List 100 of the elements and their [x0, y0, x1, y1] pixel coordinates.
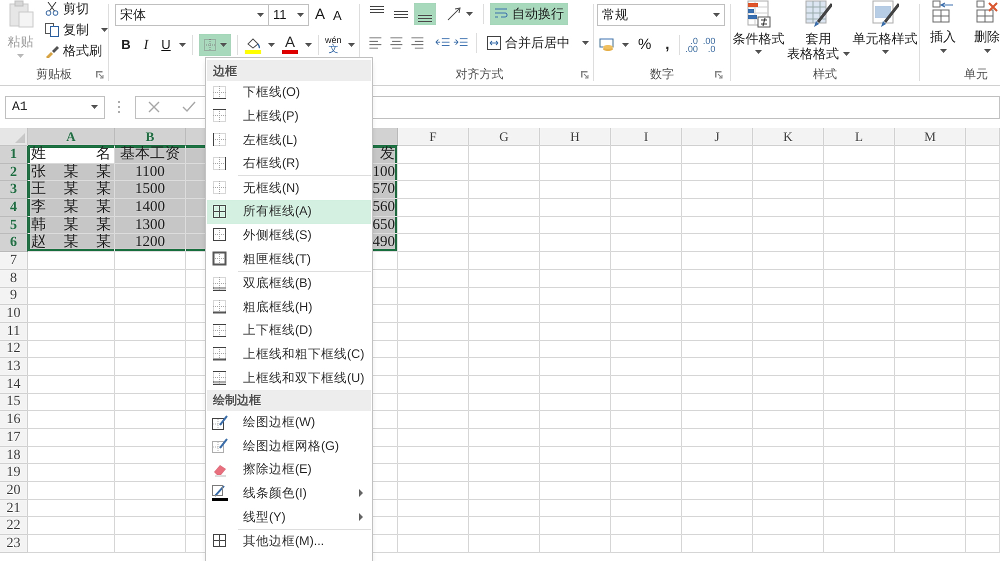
comma-style-button[interactable]: ,: [660, 34, 674, 56]
font-name-field[interactable]: 宋体: [115, 4, 269, 26]
table-cell: [115, 446, 186, 464]
table-cell: [966, 181, 1000, 200]
borders-icon: [203, 38, 217, 52]
table-cell: [540, 270, 611, 288]
group-label: 剪贴板: [36, 66, 72, 83]
caret-icon: [305, 43, 312, 47]
column-header[interactable]: I: [611, 128, 682, 146]
table-cell: [895, 446, 966, 464]
row-header[interactable]: 5: [0, 216, 28, 234]
table-cell: [540, 411, 611, 429]
italic-button[interactable]: I: [139, 34, 153, 56]
column-header[interactable]: F: [398, 128, 469, 146]
bold-button[interactable]: B: [119, 35, 133, 55]
delete-button[interactable]: 删除: [974, 0, 1000, 64]
row-header[interactable]: 20: [0, 482, 28, 500]
phonetic-guide-button[interactable]: wén 文: [325, 36, 342, 54]
row-header[interactable]: 15: [0, 394, 28, 412]
table-cell: [966, 358, 1000, 376]
table-cell: [753, 500, 824, 518]
underline-button[interactable]: U: [159, 35, 173, 55]
table-cell: [895, 270, 966, 288]
merge-center-button[interactable]: 合并后居中: [483, 32, 593, 54]
row-header[interactable]: 21: [0, 500, 28, 518]
table-cell: [895, 252, 966, 270]
format-as-table-button[interactable]: 套用 表格格式: [786, 0, 850, 64]
row-header[interactable]: 1: [0, 146, 28, 164]
row-header[interactable]: 18: [0, 446, 28, 464]
increase-font-size-button[interactable]: A: [315, 4, 326, 26]
format-painter-button[interactable]: 格式刷: [45, 42, 108, 60]
submenu-arrow-icon: [359, 489, 363, 498]
row-header[interactable]: 11: [0, 322, 28, 341]
row-header[interactable]: 13: [0, 358, 28, 376]
align-bottom-icon: [418, 15, 432, 22]
insert-button[interactable]: 插入: [930, 0, 956, 64]
name-box[interactable]: A1: [5, 96, 105, 118]
table-cell: [895, 376, 966, 394]
row-header[interactable]: 22: [0, 517, 28, 536]
font-size-field[interactable]: 11: [269, 4, 309, 26]
conditional-formatting-button[interactable]: 条件格式: [732, 0, 784, 64]
row-header[interactable]: 2: [0, 164, 28, 182]
column-header[interactable]: J: [682, 128, 753, 146]
copy-button[interactable]: 复制: [45, 20, 108, 40]
table-cell: [966, 464, 1000, 482]
table-cell: [682, 234, 753, 252]
group-label: 数字: [650, 66, 674, 83]
table-cell: [469, 464, 540, 482]
align-bottom-button[interactable]: [414, 3, 436, 25]
double-bottom-border-icon: [212, 276, 228, 292]
font-color-button[interactable]: A: [281, 36, 299, 54]
table-cell: [895, 199, 966, 217]
menu-section-title: 边框: [207, 60, 371, 81]
row-header[interactable]: 23: [0, 535, 28, 553]
row-header[interactable]: 6: [0, 234, 28, 252]
table-cell: [966, 446, 1000, 464]
row-header[interactable]: 9: [0, 288, 28, 306]
table-cell: [966, 394, 1000, 412]
table-cell: [895, 164, 966, 182]
fill-color-icon[interactable]: [244, 36, 262, 54]
column-header[interactable]: H: [540, 128, 611, 146]
top-bottom-border-icon: [212, 322, 228, 339]
table-cell: [540, 517, 611, 536]
table-cell: [895, 305, 966, 323]
row-header[interactable]: 10: [0, 305, 28, 323]
caret-icon: [101, 28, 108, 32]
row-header[interactable]: 12: [0, 340, 28, 358]
column-header[interactable]: L: [824, 128, 895, 146]
row-header[interactable]: 7: [0, 252, 28, 270]
table-cell: [398, 164, 469, 182]
column-header[interactable]: K: [753, 128, 824, 146]
row-header[interactable]: 14: [0, 376, 28, 394]
percent-style-button[interactable]: %: [638, 34, 652, 56]
number-format-field[interactable]: 常规: [597, 4, 725, 26]
table-cell: [469, 270, 540, 288]
column-header[interactable]: G: [469, 128, 540, 146]
row-header[interactable]: 19: [0, 464, 28, 482]
row-header[interactable]: 8: [0, 270, 28, 288]
menu-item[interactable]: 所有框线(A): [207, 200, 371, 224]
column-header[interactable]: M: [895, 128, 966, 146]
decrease-decimal-button[interactable]: .00 .0: [702, 37, 716, 53]
table-cell: [966, 429, 1000, 447]
row-header[interactable]: 4: [0, 199, 28, 217]
column-header[interactable]: A: [28, 128, 115, 146]
table-cell: [966, 216, 1000, 234]
cell-styles-button[interactable]: 单元格样式: [852, 0, 918, 64]
column-header[interactable]: B: [115, 128, 186, 146]
increase-decimal-button[interactable]: .0 .00: [685, 37, 698, 53]
row-header[interactable]: 3: [0, 181, 28, 200]
table-cell: [540, 500, 611, 518]
wrap-text-button[interactable]: 自动换行: [490, 3, 568, 25]
row-header[interactable]: 16: [0, 411, 28, 429]
table-cell: [398, 446, 469, 464]
table-cell: [824, 216, 895, 234]
table-cell: [824, 234, 895, 252]
table-cell: [682, 429, 753, 447]
decrease-font-size-button[interactable]: A: [333, 6, 342, 26]
left-border-icon: [212, 132, 228, 148]
row-header[interactable]: 17: [0, 429, 28, 447]
cut-button[interactable]: 剪切: [45, 0, 108, 18]
